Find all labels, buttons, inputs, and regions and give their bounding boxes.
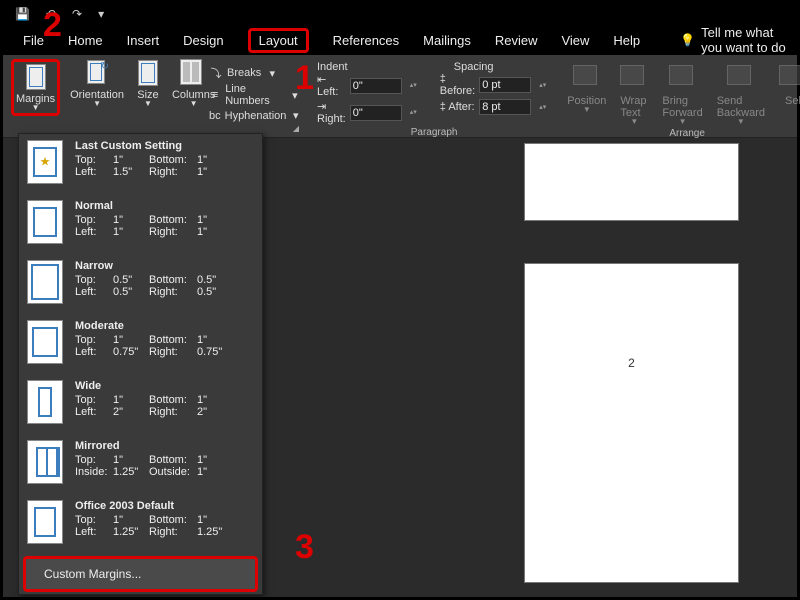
breaks-button[interactable]: ⤵Breaks▾ [209, 65, 301, 81]
orientation-button[interactable]: ↻ Orientation ▼ [70, 59, 124, 108]
tab-references[interactable]: References [333, 33, 399, 48]
indent-left-input[interactable] [350, 78, 402, 94]
chevron-down-icon: ▼ [93, 99, 101, 108]
chevron-down-icon: ▼ [32, 103, 40, 112]
save-icon[interactable]: 💾 [15, 7, 30, 21]
document-area: 2 [273, 143, 787, 589]
indent-right-label: ⇥ Right: [317, 100, 346, 125]
margins-button[interactable]: Margins ▼ [16, 63, 55, 112]
margin-preset-mirrored[interactable]: MirroredTop:1"Bottom:1"Inside:1.25"Outsi… [19, 434, 262, 494]
indent-heading: Indent [317, 61, 422, 73]
bring-forward-button[interactable]: Bring Forward▼ [662, 65, 702, 126]
margin-preset-wide[interactable]: WideTop:1"Bottom:1"Left:2"Right:2" [19, 374, 262, 434]
hyphenation-button[interactable]: bcHyphenation▾ [209, 109, 301, 122]
margin-preset-name: Last Custom Setting [75, 140, 225, 152]
margin-preset-body: ModerateTop:1"Bottom:1"Left:0.75"Right:0… [75, 320, 225, 358]
send-backward-button[interactable]: Send Backward▼ [717, 65, 765, 126]
breaks-label: Breaks [227, 67, 261, 79]
tab-view[interactable]: View [561, 33, 589, 48]
page-preview-top[interactable] [524, 143, 739, 221]
hyphenation-label: Hyphenation [225, 110, 287, 122]
margin-preset-normal[interactable]: NormalTop:1"Bottom:1"Left:1"Right:1" [19, 194, 262, 254]
spinner-icon[interactable]: ▴▾ [539, 83, 551, 88]
spinner-icon[interactable]: ▴▾ [539, 105, 551, 110]
tab-insert[interactable]: Insert [127, 33, 160, 48]
paragraph-group-label: Paragraph [317, 125, 551, 139]
chevron-down-icon: ▼ [144, 99, 152, 108]
margin-preset-name: Office 2003 Default [75, 500, 225, 512]
line-numbers-label: Line Numbers [225, 83, 285, 107]
margin-preset-body: NarrowTop:0.5"Bottom:0.5"Left:0.5"Right:… [75, 260, 225, 298]
margin-preset-body: WideTop:1"Bottom:1"Left:2"Right:2" [75, 380, 225, 418]
spacing-before-label: ‡ Before: [440, 73, 475, 97]
margin-preset-icon [27, 380, 63, 424]
margin-preset-body: MirroredTop:1"Bottom:1"Inside:1.25"Outsi… [75, 440, 225, 478]
selection-pane-button[interactable]: Sel [779, 65, 800, 107]
margin-preset-icon [27, 260, 63, 304]
wrap-label: Wrap Text [620, 95, 648, 119]
tab-help[interactable]: Help [613, 33, 640, 48]
indent-left-label: ⇤ Left: [317, 73, 346, 98]
margin-preset-icon [27, 140, 63, 184]
spacing-after-label: ‡ After: [440, 101, 475, 113]
spinner-icon[interactable]: ▴▾ [410, 110, 422, 115]
margin-preset-icon [27, 200, 63, 244]
tab-home[interactable]: Home [68, 33, 103, 48]
spinner-icon[interactable]: ▴▾ [410, 83, 422, 88]
sel-label: Sel [785, 95, 800, 107]
dialog-launcher-icon[interactable]: ◢ [293, 124, 299, 133]
tab-file[interactable]: File [23, 33, 44, 48]
lightbulb-icon: 💡 [680, 33, 695, 47]
line-numbers-button[interactable]: ≡Line Numbers▾ [209, 83, 301, 107]
margin-preset-office[interactable]: Office 2003 DefaultTop:1"Bottom:1"Left:1… [19, 494, 262, 554]
ribbon: Margins ▼ ↻ Orientation ▼ Size ▼ Columns [3, 55, 797, 138]
margin-preset-name: Wide [75, 380, 225, 392]
custom-margins-button[interactable]: Custom Margins... [23, 556, 258, 592]
page-preview-main[interactable]: 2 [524, 263, 739, 583]
hyphenation-icon: bc [209, 110, 221, 122]
margin-preset-name: Normal [75, 200, 225, 212]
margin-preset-last[interactable]: Last Custom SettingTop:1"Bottom:1"Left:1… [19, 134, 262, 194]
margin-preset-body: Last Custom SettingTop:1"Bottom:1"Left:1… [75, 140, 225, 178]
tab-layout[interactable]: Layout [248, 28, 309, 53]
margins-dropdown: Last Custom SettingTop:1"Bottom:1"Left:1… [18, 133, 263, 595]
breaks-icon: ⤵ [209, 65, 223, 81]
line-numbers-icon: ≡ [209, 89, 221, 101]
margin-preset-narrow[interactable]: NarrowTop:0.5"Bottom:0.5"Left:0.5"Right:… [19, 254, 262, 314]
spacing-heading: Spacing [440, 61, 551, 73]
tell-me[interactable]: 💡 Tell me what you want to do [680, 25, 797, 55]
margin-preset-name: Mirrored [75, 440, 225, 452]
qat-more-icon[interactable]: ▾ [98, 7, 104, 21]
margin-preset-icon [27, 320, 63, 364]
tell-me-label: Tell me what you want to do [701, 25, 797, 55]
margin-preset-icon [27, 500, 63, 544]
margin-preset-icon [27, 440, 63, 484]
quick-access-toolbar: 💾 ↶ ↷ ▾ [3, 3, 797, 25]
spacing-before-input[interactable] [479, 77, 531, 93]
wrap-text-button[interactable]: Wrap Text▼ [620, 65, 648, 126]
spacing-after-input[interactable] [479, 99, 531, 115]
tab-design[interactable]: Design [183, 33, 223, 48]
size-button[interactable]: Size ▼ [134, 59, 162, 108]
margin-preset-name: Narrow [75, 260, 225, 272]
tab-review[interactable]: Review [495, 33, 538, 48]
forward-label: Bring Forward [662, 95, 702, 119]
indent-right-input[interactable] [350, 105, 402, 121]
tab-mailings[interactable]: Mailings [423, 33, 471, 48]
margin-preset-name: Moderate [75, 320, 225, 332]
margin-preset-body: Office 2003 DefaultTop:1"Bottom:1"Left:1… [75, 500, 225, 538]
annotation-3: 3 [295, 528, 314, 567]
backward-label: Send Backward [717, 95, 765, 119]
annotation-2: 2 [43, 6, 62, 45]
margin-preset-moderate[interactable]: ModerateTop:1"Bottom:1"Left:0.75"Right:0… [19, 314, 262, 374]
redo-icon[interactable]: ↷ [72, 7, 82, 21]
chevron-down-icon: ▼ [190, 99, 198, 108]
arrange-group-label: Arrange [567, 126, 800, 140]
annotation-1: 1 [295, 59, 314, 98]
ribbon-tabs: File Home Insert Design Layout Reference… [3, 25, 797, 55]
margin-preset-body: NormalTop:1"Bottom:1"Left:1"Right:1" [75, 200, 225, 238]
page-number: 2 [628, 356, 635, 370]
position-button[interactable]: Position▼ [567, 65, 606, 114]
